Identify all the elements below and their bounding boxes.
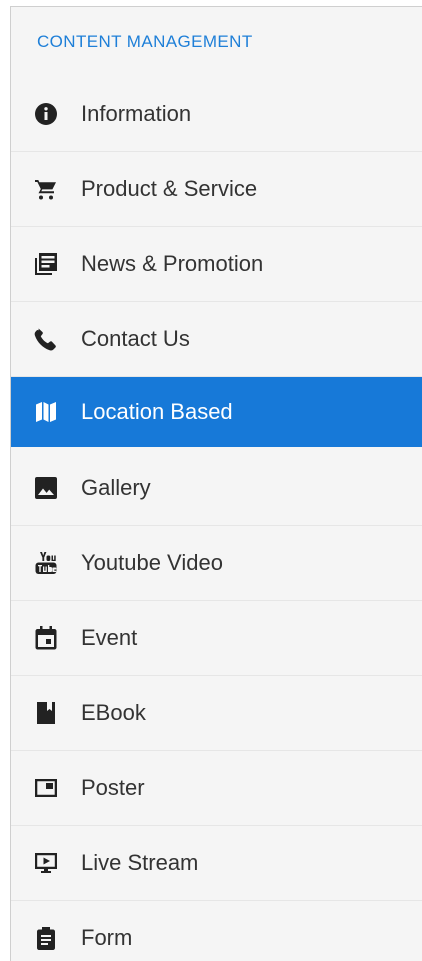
section-title: CONTENT MANAGEMENT <box>37 32 253 51</box>
book-icon <box>33 700 59 726</box>
sidebar-item-location-based[interactable]: Location Based <box>11 377 422 447</box>
sidebar-item-live-stream[interactable]: Live Stream <box>11 826 422 901</box>
live-stream-icon <box>33 850 59 876</box>
sidebar-item-label: Event <box>81 625 138 650</box>
youtube-icon <box>33 550 59 576</box>
sidebar-item-information[interactable]: Information <box>11 77 422 152</box>
sidebar-item-gallery[interactable]: Gallery <box>11 451 422 526</box>
sidebar-item-ebook[interactable]: EBook <box>11 676 422 751</box>
sidebar-item-label: Product & Service <box>81 176 258 201</box>
info-icon <box>33 101 59 127</box>
calendar-icon <box>33 625 59 651</box>
sidebar-item-label: Live Stream <box>81 850 199 875</box>
sidebar-item-label: Form <box>81 925 133 950</box>
phone-icon <box>33 326 59 352</box>
sidebar-item-label: Information <box>81 101 192 126</box>
sidebar-menu: Information Product & Service News & Pro… <box>11 77 422 961</box>
sidebar-item-poster[interactable]: Poster <box>11 751 422 826</box>
image-icon <box>33 475 59 501</box>
cart-icon <box>33 176 59 202</box>
sidebar-item-label: Contact Us <box>81 326 190 351</box>
sidebar-item-event[interactable]: Event <box>11 601 422 676</box>
sidebar-item-youtube-video[interactable]: Youtube Video <box>11 526 422 601</box>
clipboard-icon <box>33 925 59 951</box>
sidebar-item-contact-us[interactable]: Contact Us <box>11 302 422 377</box>
poster-icon <box>33 775 59 801</box>
sidebar-item-news-promotion[interactable]: News & Promotion <box>11 227 422 302</box>
sidebar-item-label: Poster <box>81 775 145 800</box>
sidebar-item-label: Location Based <box>81 399 233 424</box>
map-icon <box>33 399 59 425</box>
sidebar-item-product-service[interactable]: Product & Service <box>11 152 422 227</box>
sidebar-item-label: Youtube Video <box>81 550 223 575</box>
sidebar-item-label: News & Promotion <box>81 251 264 276</box>
sidebar-item-label: EBook <box>81 700 146 725</box>
news-icon <box>33 251 59 277</box>
content-management-sidebar: CONTENT MANAGEMENT Information Product &… <box>10 6 422 961</box>
sidebar-item-form[interactable]: Form <box>11 901 422 961</box>
sidebar-item-label: Gallery <box>81 475 151 500</box>
